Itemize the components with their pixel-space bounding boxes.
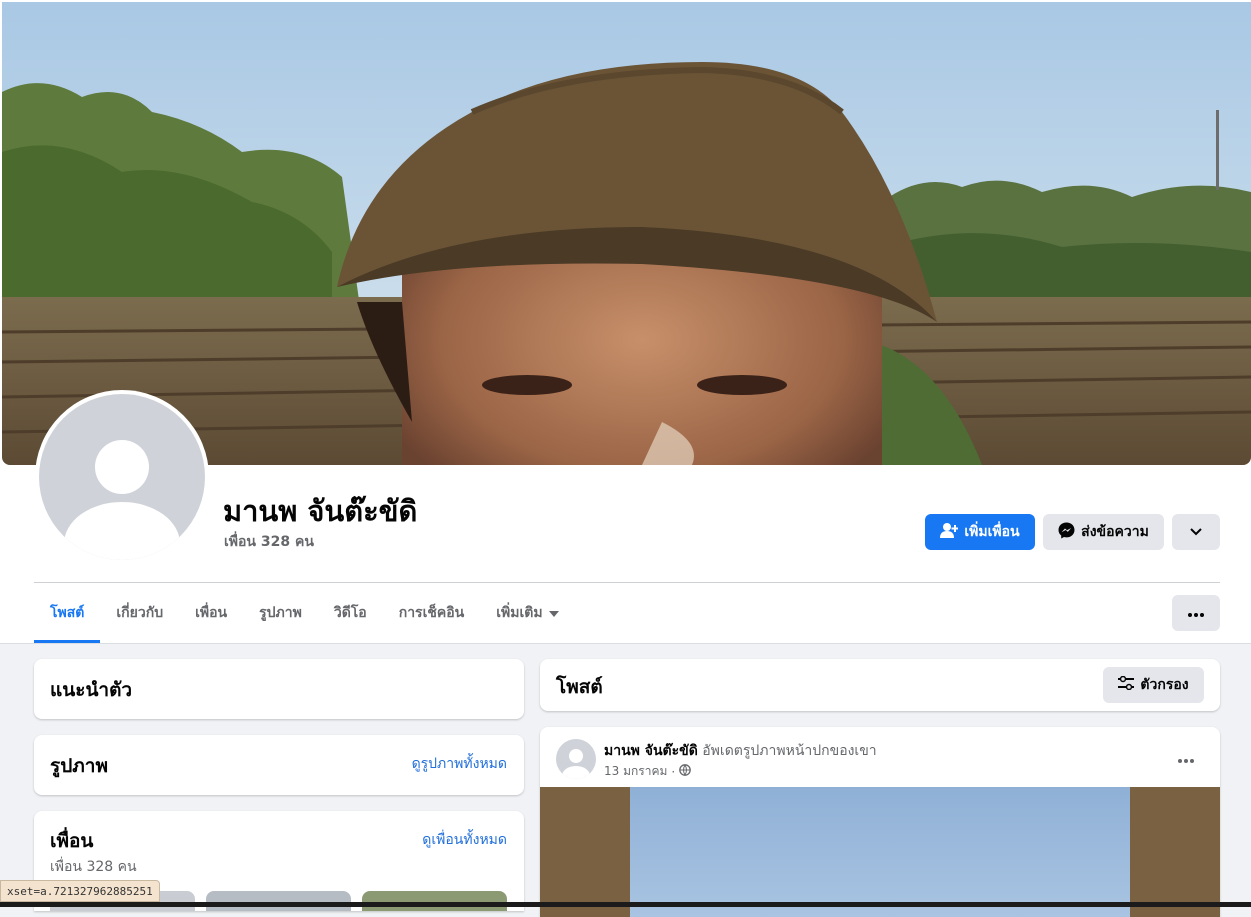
friend-count[interactable]: เพื่อน 328 คน bbox=[224, 531, 314, 553]
globe-icon bbox=[679, 764, 692, 779]
avatar-placeholder bbox=[39, 394, 205, 560]
post-author-avatar[interactable] bbox=[556, 739, 596, 779]
more-horizontal-icon bbox=[1178, 748, 1194, 767]
see-all-photos-link[interactable]: ดูรูปภาพทั้งหมด bbox=[412, 753, 507, 775]
tab-videos[interactable]: วิดีโอ bbox=[318, 583, 383, 643]
tab-label: รูปภาพ bbox=[259, 605, 302, 621]
add-friend-button[interactable]: เพิ่มเพื่อน bbox=[925, 514, 1035, 550]
friend-thumbnail[interactable] bbox=[206, 891, 351, 911]
profile-avatar[interactable] bbox=[35, 390, 209, 564]
post-options-button[interactable] bbox=[1168, 743, 1204, 771]
messenger-icon bbox=[1058, 522, 1075, 543]
tab-label: เกี่ยวกับ bbox=[116, 605, 164, 621]
tab-label: การเช็คอิน bbox=[398, 605, 465, 621]
add-friend-label: เพิ่มเพื่อน bbox=[964, 524, 1020, 540]
tab-posts[interactable]: โพสต์ bbox=[34, 583, 101, 643]
meta-separator: · bbox=[671, 764, 676, 779]
tab-checkins[interactable]: การเช็คอิน bbox=[383, 583, 481, 643]
photos-card: รูปภาพ ดูรูปภาพทั้งหมด bbox=[34, 735, 524, 795]
taskbar-edge bbox=[0, 902, 1251, 907]
profile-more-dropdown-button[interactable] bbox=[1172, 514, 1220, 550]
friends-count-label: เพื่อน 328 คน bbox=[50, 859, 137, 875]
more-horizontal-icon bbox=[1188, 605, 1204, 621]
post-action-text: อัพเดตรูปภาพหน้าปกของเขา bbox=[702, 743, 877, 759]
add-friend-icon bbox=[940, 522, 959, 542]
chevron-down-icon bbox=[1190, 524, 1202, 540]
tab-more[interactable]: เพิ่มเติม bbox=[480, 583, 574, 643]
tab-about[interactable]: เกี่ยวกับ bbox=[100, 583, 179, 643]
post-author-name[interactable]: มานพ จันต๊ะขัดิ bbox=[604, 743, 698, 759]
post-date[interactable]: 13 มกราคม bbox=[604, 762, 667, 781]
message-button[interactable]: ส่งข้อความ bbox=[1043, 514, 1164, 550]
message-label: ส่งข้อความ bbox=[1081, 524, 1149, 540]
tab-label: เพิ่มเติม bbox=[496, 605, 543, 621]
post-header-line: มานพ จันต๊ะขัดิ อัพเดตรูปภาพหน้าปกของเขา bbox=[604, 740, 877, 762]
caret-down-icon bbox=[548, 605, 559, 621]
photos-title[interactable]: รูปภาพ bbox=[50, 751, 108, 781]
see-all-friends-link[interactable]: ดูเพื่อนทั้งหมด bbox=[422, 829, 507, 851]
posts-header-card: โพสต์ ตัวกรอง bbox=[540, 659, 1220, 711]
posts-title: โพสต์ bbox=[556, 676, 603, 698]
profile-name: มานพ จันต๊ะขัดิ bbox=[223, 494, 418, 528]
filter-button[interactable]: ตัวกรอง bbox=[1103, 667, 1204, 703]
intro-title: แนะนำตัว bbox=[50, 679, 133, 701]
filter-label: ตัวกรอง bbox=[1140, 677, 1189, 693]
tab-label: วิดีโอ bbox=[333, 605, 367, 621]
status-bar-url: xset=a.721327962885251 bbox=[0, 880, 160, 902]
friends-title[interactable]: เพื่อน bbox=[50, 826, 93, 856]
cover-photo[interactable] bbox=[2, 2, 1251, 465]
friend-thumbnail[interactable] bbox=[362, 891, 507, 911]
post-image[interactable] bbox=[540, 787, 1220, 917]
tab-label: เพื่อน bbox=[195, 605, 228, 621]
profile-header: มานพ จันต๊ะขัดิ เพื่อน 328 คน เพิ่มเพื่อ… bbox=[0, 0, 1251, 644]
filter-sliders-icon bbox=[1118, 675, 1135, 694]
post-card: มานพ จันต๊ะขัดิ อัพเดตรูปภาพหน้าปกของเขา… bbox=[540, 727, 1220, 917]
tab-label: โพสต์ bbox=[50, 605, 85, 621]
profile-tabs: โพสต์ เกี่ยวกับ เพื่อน รูปภาพ วิดีโอ การ… bbox=[34, 583, 575, 643]
tab-photos[interactable]: รูปภาพ bbox=[243, 583, 318, 643]
tab-friends[interactable]: เพื่อน bbox=[179, 583, 243, 643]
intro-card: แนะนำตัว bbox=[34, 659, 524, 719]
tabs-more-options-button[interactable] bbox=[1172, 595, 1220, 631]
post-meta: 13 มกราคม · bbox=[604, 762, 692, 781]
